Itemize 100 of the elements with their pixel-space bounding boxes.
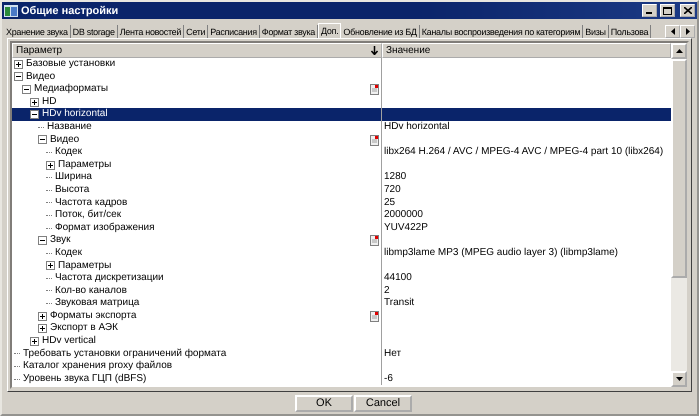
expand-icon[interactable]	[38, 312, 47, 321]
property-name: Форматы экспорта	[50, 310, 136, 322]
property-name: HDv vertical	[42, 335, 96, 348]
property-value: libx264 H.264 / AVC / MPEG-4 AVC / MPEG-4 part 10 (libx264)	[383, 146, 664, 159]
column-header[interactable]: Значение	[382, 43, 671, 58]
property-value: libmp3lame MP3 (MPEG audio layer 3) (libmp3lame)	[383, 246, 619, 260]
property-value: 720	[383, 184, 402, 197]
property-value: HDv horizontal	[383, 120, 451, 134]
tree-row[interactable]: Кол-во каналов 2	[12, 284, 671, 298]
property-name: Кодек	[55, 246, 82, 260]
sort-arrow-icon	[371, 46, 378, 55]
expand-icon[interactable]	[14, 60, 23, 69]
tree-row[interactable]: Звук	[12, 234, 671, 247]
tree-row[interactable]: Ширина 1280	[12, 171, 671, 184]
tree-row[interactable]: Формат изображения YUV422P	[12, 222, 671, 234]
expand-icon[interactable]	[30, 336, 39, 346]
tab[interactable]: Расписания	[208, 25, 260, 38]
tab[interactable]: Доп.	[318, 23, 342, 38]
tab[interactable]: Обновление из БД	[341, 25, 420, 38]
property-value: 2	[383, 284, 391, 298]
tab[interactable]: Хранение звука	[4, 25, 71, 38]
property-value: 2000000	[383, 209, 424, 222]
collapse-icon[interactable]	[38, 236, 47, 246]
property-value: -6	[383, 372, 394, 386]
tree-row[interactable]: Уровень звука ГЦП (dBFS) -6	[12, 372, 671, 386]
property-name: Частота дискретизации	[55, 272, 164, 285]
tab[interactable]: Пользова	[608, 25, 652, 38]
property-name: Кол-во каналов	[55, 284, 127, 298]
right-arrow-icon	[686, 28, 690, 35]
left-arrow-icon	[670, 28, 674, 35]
tree-row[interactable]: Кодек libmp3lame MP3 (MPEG audio layer 3) (libmp3lame)	[12, 246, 671, 260]
tree-row[interactable]: Поток, бит/сек 2000000	[12, 209, 671, 222]
tree-row[interactable]: Медиаформаты	[12, 83, 671, 96]
property-name: Частота кадров	[55, 196, 128, 210]
tree-row[interactable]: Видео	[12, 70, 671, 84]
tree-row[interactable]: Частота дискретизации 44100	[12, 272, 671, 285]
tree-row[interactable]: Параметры	[12, 260, 671, 272]
property-name: Медиаформаты	[34, 83, 108, 96]
tab-scroll-right-button[interactable]	[680, 25, 695, 38]
tab-scroll-left-button[interactable]	[665, 25, 680, 38]
tab[interactable]: Лента новостей	[118, 25, 184, 38]
tree-row[interactable]: HDv vertical	[12, 335, 671, 348]
maximize-button[interactable]	[660, 4, 675, 17]
tree-row[interactable]: Частота кадров 25	[12, 196, 671, 210]
property-name: Параметры	[58, 158, 112, 172]
property-name: Формат изображения	[55, 222, 155, 234]
tab[interactable]: Визы	[583, 25, 609, 38]
scroll-thumb[interactable]	[671, 59, 687, 278]
dialog-button[interactable]: Cancel	[354, 394, 412, 412]
tree-row[interactable]: Экспорт в АЭК	[12, 322, 671, 336]
scroll-up-button[interactable]	[671, 43, 687, 59]
property-name: Ширина	[55, 171, 92, 184]
collapse-icon[interactable]	[38, 135, 47, 144]
vertical-scrollbar[interactable]	[671, 43, 687, 387]
property-name: Видео	[50, 134, 80, 146]
tree-row[interactable]: Требовать установки ограничений формата Нет	[12, 348, 671, 360]
collapse-icon[interactable]	[14, 72, 23, 82]
tree-row[interactable]: Видео	[12, 134, 671, 146]
tree-row[interactable]: Название HDv horizontal	[12, 120, 671, 134]
property-value: 25	[383, 196, 396, 210]
tree-row[interactable]: Звуковая матрица Transit	[12, 297, 671, 310]
tab[interactable]: DB storage	[70, 25, 118, 38]
column-header[interactable]: Параметр	[12, 43, 382, 58]
property-name: Экспорт в АЭК	[50, 322, 118, 336]
minimize-button[interactable]	[642, 4, 657, 17]
property-name: Звуковая матрица	[55, 297, 140, 310]
close-icon	[684, 7, 692, 14]
up-arrow-icon	[676, 49, 682, 53]
tree-row[interactable]: Форматы экспорта	[12, 310, 671, 322]
tab[interactable]: Формат звука	[260, 25, 318, 38]
expand-icon[interactable]	[30, 98, 39, 107]
tree-row[interactable]: HDv horizontal	[12, 108, 671, 121]
tree-row[interactable]: Каталог хранения proxy файлов	[12, 360, 671, 373]
tree-row[interactable]: Высота 720	[12, 184, 671, 197]
property-name: Параметры	[58, 260, 112, 272]
property-name: HD	[42, 96, 56, 108]
maximize-icon	[663, 6, 672, 14]
dialog-button[interactable]: OK	[295, 394, 353, 412]
property-value: 1280	[383, 171, 408, 184]
property-value: Нет	[383, 348, 402, 360]
property-name: Уровень звука ГЦП (dBFS)	[23, 372, 146, 386]
property-value: 44100	[383, 272, 413, 285]
property-value: Transit	[383, 297, 416, 310]
property-name: Видео	[26, 70, 56, 84]
tree-row[interactable]: Базовые установки	[12, 58, 671, 71]
scroll-down-button[interactable]	[671, 371, 687, 387]
property-value: YUV422P	[383, 222, 429, 234]
property-name: Высота	[55, 184, 90, 197]
expand-icon[interactable]	[46, 160, 55, 170]
tree-row[interactable]: Параметры	[12, 158, 671, 172]
tab[interactable]: Каналы воспроизведения по категориям	[420, 25, 584, 38]
property-name: Требовать установки ограничений формата	[23, 348, 226, 360]
expand-icon[interactable]	[46, 261, 55, 270]
tree-row[interactable]: Кодек libx264 H.264 / AVC / MPEG-4 AVC / MPEG-4 part 10 (libx264)	[12, 146, 671, 159]
expand-icon[interactable]	[38, 324, 47, 334]
tab[interactable]: Сети	[184, 25, 208, 38]
close-button[interactable]	[680, 4, 695, 17]
property-name: Базовые установки	[26, 58, 116, 71]
collapse-icon[interactable]	[30, 110, 39, 120]
collapse-icon[interactable]	[22, 84, 31, 94]
